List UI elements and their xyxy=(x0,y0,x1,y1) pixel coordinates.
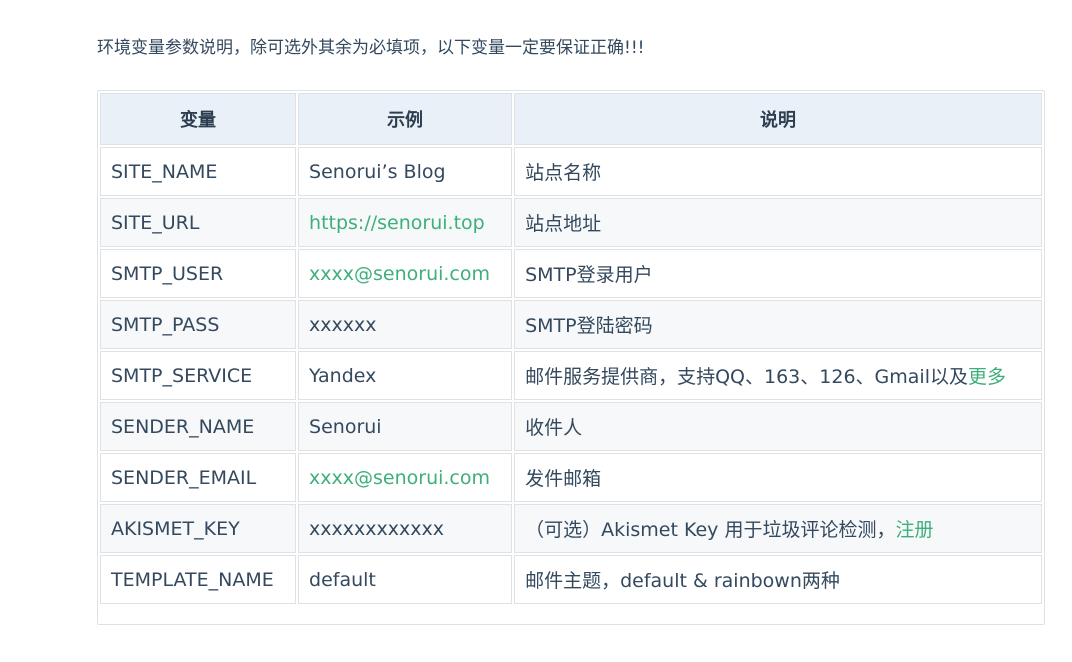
cell-variable: SMTP_PASS xyxy=(100,300,297,349)
cell-variable: SITE_NAME xyxy=(100,147,297,196)
env-var-table: 变量 示例 说明 SITE_NAME Senorui’s Blog 站点名称 S… xyxy=(98,91,1044,606)
intro-text: 环境变量参数说明，除可选外其余为必填项，以下变量一定要保证正确!!! xyxy=(97,38,645,58)
sender-email-link[interactable]: xxxx@senorui.com xyxy=(309,467,490,489)
cell-description: 邮件服务提供商，支持QQ、163、126、Gmail以及更多 xyxy=(514,351,1042,400)
site-url-link[interactable]: https://senorui.top xyxy=(309,212,485,234)
table-row: TEMPLATE_NAME default 邮件主题，default & rai… xyxy=(100,555,1042,604)
header-example: 示例 xyxy=(298,93,513,145)
table-row: SMTP_PASS xxxxxx SMTP登陆密码 xyxy=(100,300,1042,349)
cell-description: 站点名称 xyxy=(514,147,1042,196)
cell-example: xxxxxxxxxxxx xyxy=(298,504,513,553)
table-row: SITE_NAME Senorui’s Blog 站点名称 xyxy=(100,147,1042,196)
cell-variable: SENDER_EMAIL xyxy=(100,453,297,502)
header-variable: 变量 xyxy=(100,93,297,145)
cell-description: 邮件主题，default & rainbown两种 xyxy=(514,555,1042,604)
description-text: 邮件服务提供商，支持QQ、163、126、Gmail以及 xyxy=(525,366,968,388)
cell-description: （可选）Akismet Key 用于垃圾评论检测，注册 xyxy=(514,504,1042,553)
header-description: 说明 xyxy=(514,93,1042,145)
table-row: SENDER_NAME Senorui 收件人 xyxy=(100,402,1042,451)
table-row: SMTP_SERVICE Yandex 邮件服务提供商，支持QQ、163、126… xyxy=(100,351,1042,400)
cell-example: xxxxxx xyxy=(298,300,513,349)
cell-variable: TEMPLATE_NAME xyxy=(100,555,297,604)
cell-description: 发件邮箱 xyxy=(514,453,1042,502)
cell-description: SMTP登录用户 xyxy=(514,249,1042,298)
table-row: SENDER_EMAIL xxxx@senorui.com 发件邮箱 xyxy=(100,453,1042,502)
description-text: （可选）Akismet Key 用于垃圾评论检测， xyxy=(525,519,896,541)
cell-example: xxxx@senorui.com xyxy=(298,453,513,502)
cell-example: Yandex xyxy=(298,351,513,400)
cell-description: 收件人 xyxy=(514,402,1042,451)
more-services-link[interactable]: 更多 xyxy=(968,366,1006,388)
env-var-table-container: 变量 示例 说明 SITE_NAME Senorui’s Blog 站点名称 S… xyxy=(97,90,1045,625)
cell-example: Senorui xyxy=(298,402,513,451)
cell-example: xxxx@senorui.com xyxy=(298,249,513,298)
table-row: SITE_URL https://senorui.top 站点地址 xyxy=(100,198,1042,247)
table-row: AKISMET_KEY xxxxxxxxxxxx （可选）Akismet Key… xyxy=(100,504,1042,553)
smtp-user-email-link[interactable]: xxxx@senorui.com xyxy=(309,263,490,285)
table-row: SMTP_USER xxxx@senorui.com SMTP登录用户 xyxy=(100,249,1042,298)
cell-variable: AKISMET_KEY xyxy=(100,504,297,553)
cell-variable: SMTP_USER xyxy=(100,249,297,298)
table-header-row: 变量 示例 说明 xyxy=(100,93,1042,145)
cell-variable: SENDER_NAME xyxy=(100,402,297,451)
cell-variable: SMTP_SERVICE xyxy=(100,351,297,400)
cell-example: https://senorui.top xyxy=(298,198,513,247)
cell-example: default xyxy=(298,555,513,604)
cell-description: 站点地址 xyxy=(514,198,1042,247)
cell-description: SMTP登陆密码 xyxy=(514,300,1042,349)
cell-variable: SITE_URL xyxy=(100,198,297,247)
cell-example: Senorui’s Blog xyxy=(298,147,513,196)
register-link[interactable]: 注册 xyxy=(895,519,933,541)
